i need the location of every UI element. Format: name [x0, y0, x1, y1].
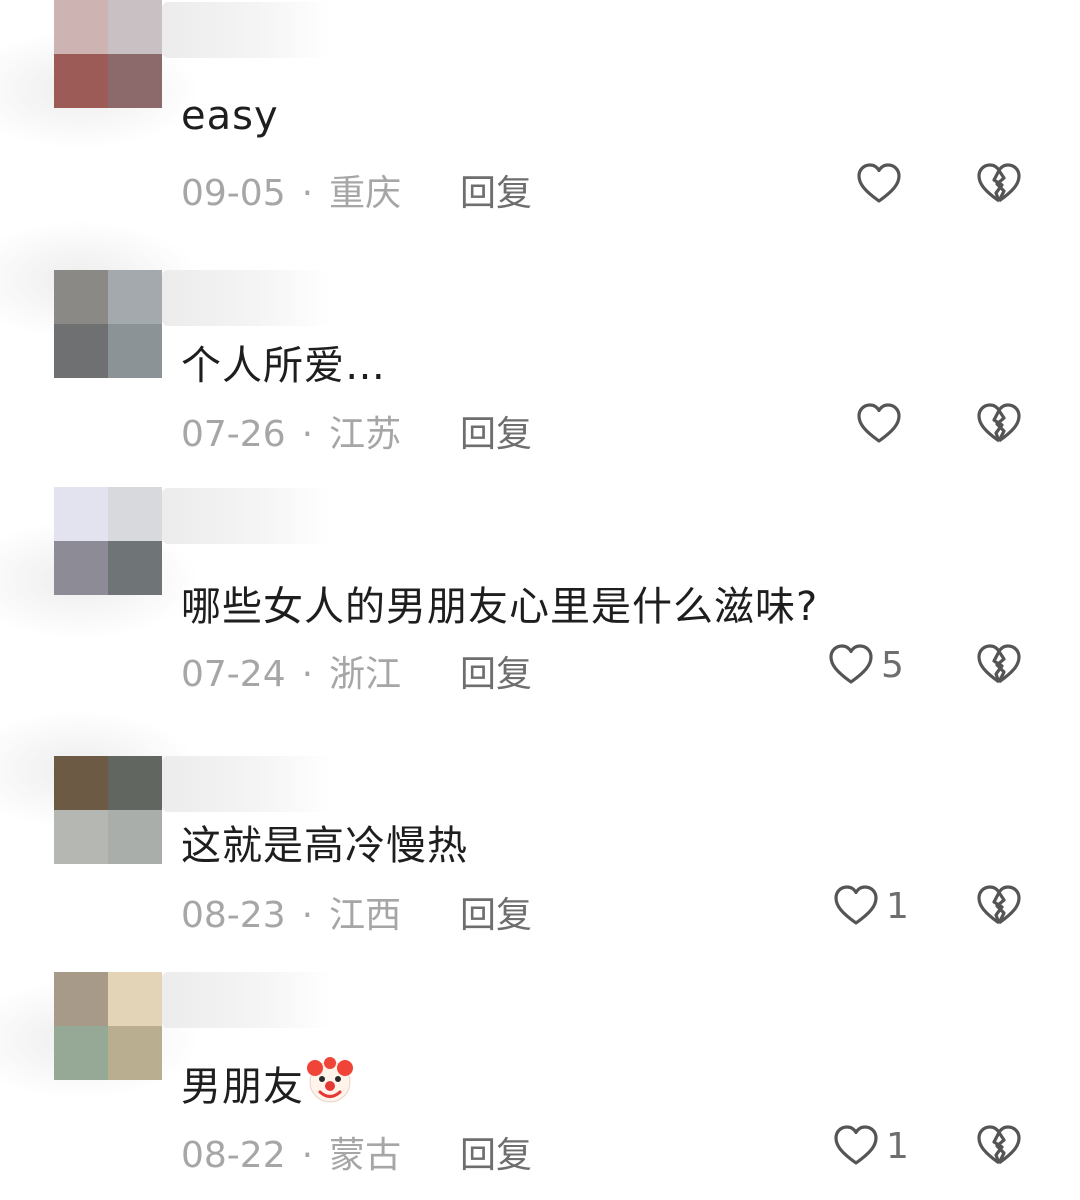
comment-meta: 08-22 · 蒙古: [181, 1126, 401, 1178]
avatar-pixel: [54, 810, 108, 864]
avatar-pixel: [54, 324, 108, 378]
comment-date: 08-22: [181, 1135, 286, 1176]
comment-text: 这就是高冷慢热: [181, 823, 468, 869]
comment-item: 个人所爱… 07-26 · 江苏 回复: [0, 220, 1080, 480]
meta-separator: ·: [301, 1135, 314, 1176]
dislike-button[interactable]: [975, 400, 1023, 448]
avatar-pixel: [108, 972, 162, 1026]
username-blur: [162, 756, 332, 812]
reply-button[interactable]: 回复: [460, 1126, 532, 1178]
comment-meta: 09-05 · 重庆: [181, 164, 401, 216]
comment-text-body: 男朋友: [181, 1064, 304, 1110]
avatar-pixel: [108, 54, 162, 108]
meta-separator: ·: [301, 414, 314, 455]
meta-separator: ·: [301, 173, 314, 214]
comment-date: 08-23: [181, 895, 286, 936]
avatar-pixel: [54, 54, 108, 108]
comment-location: 蒙古: [329, 1135, 402, 1176]
avatar-pixel: [54, 756, 108, 810]
comment-item: 男朋友 08-22 · 蒙古 回复 1: [0, 960, 1080, 1200]
dislike-button[interactable]: [975, 1122, 1023, 1170]
reply-button[interactable]: 回复: [460, 405, 532, 457]
comment-item: 哪些女人的男朋友心里是什么滋味? 07-24 · 浙江 回复 5: [0, 480, 1080, 720]
comment-location: 重庆: [329, 173, 402, 214]
heart-outline-icon: [829, 644, 873, 684]
comment-date: 09-05: [181, 173, 286, 214]
comment-location: 江西: [329, 895, 402, 936]
meta-separator: ·: [301, 654, 314, 695]
broken-heart-icon: [977, 163, 1021, 203]
like-button[interactable]: [855, 160, 909, 208]
avatar-pixel: [108, 1026, 162, 1080]
comment-location: 浙江: [329, 654, 402, 695]
comment-meta: 08-23 · 江西: [181, 886, 401, 938]
heart-outline-icon: [834, 885, 878, 925]
comment-text: 哪些女人的男朋友心里是什么滋味?: [181, 584, 819, 630]
avatar-pixel: [54, 487, 108, 541]
comment-text: 个人所爱…: [181, 343, 386, 389]
username-blur: [162, 488, 332, 544]
reply-button[interactable]: 回复: [460, 164, 532, 216]
comment-date: 07-24: [181, 654, 286, 695]
avatar-pixel: [54, 1026, 108, 1080]
heart-outline-icon: [857, 403, 901, 443]
comment-text: easy: [181, 93, 279, 139]
avatar[interactable]: [54, 972, 162, 1080]
avatar-pixel: [108, 756, 162, 810]
username-blur: [162, 270, 332, 326]
avatar-pixel: [54, 972, 108, 1026]
broken-heart-icon: [977, 1125, 1021, 1165]
heart-outline-icon: [834, 1125, 878, 1165]
avatar-pixel: [108, 324, 162, 378]
like-button[interactable]: [855, 400, 909, 448]
avatar-pixel: [108, 541, 162, 595]
comment-location: 江苏: [329, 414, 402, 455]
avatar[interactable]: [54, 756, 162, 864]
avatar-pixel: [108, 810, 162, 864]
dislike-button[interactable]: [975, 160, 1023, 208]
broken-heart-icon: [977, 644, 1021, 684]
broken-heart-icon: [977, 885, 1021, 925]
avatar[interactable]: [54, 270, 162, 378]
like-count: 1: [886, 1125, 909, 1167]
like-count: 1: [886, 885, 909, 927]
dislike-button[interactable]: [975, 882, 1023, 930]
meta-separator: ·: [301, 895, 314, 936]
dislike-button[interactable]: [975, 641, 1023, 689]
avatar[interactable]: [54, 0, 162, 108]
like-button[interactable]: 1: [832, 1122, 909, 1170]
avatar[interactable]: [54, 487, 162, 595]
comment-item: easy 09-05 · 重庆 回复: [0, 0, 1080, 240]
comment-item: 这就是高冷慢热 08-23 · 江西 回复 1: [0, 710, 1080, 960]
avatar-pixel: [108, 487, 162, 541]
like-button[interactable]: 1: [832, 882, 909, 930]
broken-heart-icon: [977, 403, 1021, 443]
reply-button[interactable]: 回复: [460, 645, 532, 697]
comment-date: 07-26: [181, 414, 286, 455]
avatar-pixel: [54, 270, 108, 324]
reply-button[interactable]: 回复: [460, 886, 532, 938]
username-blur: [162, 2, 332, 58]
avatar-pixel: [54, 541, 108, 595]
clown-face-emoji: [307, 1057, 353, 1103]
like-button[interactable]: 5: [827, 641, 904, 689]
avatar-pixel: [108, 0, 162, 54]
avatar-pixel: [54, 0, 108, 54]
like-count: 5: [881, 644, 904, 686]
comment-meta: 07-26 · 江苏: [181, 405, 401, 457]
comment-text: 男朋友: [181, 1054, 356, 1112]
avatar-pixel: [108, 270, 162, 324]
username-blur: [162, 972, 332, 1028]
heart-outline-icon: [857, 163, 901, 203]
comment-meta: 07-24 · 浙江: [181, 645, 401, 697]
